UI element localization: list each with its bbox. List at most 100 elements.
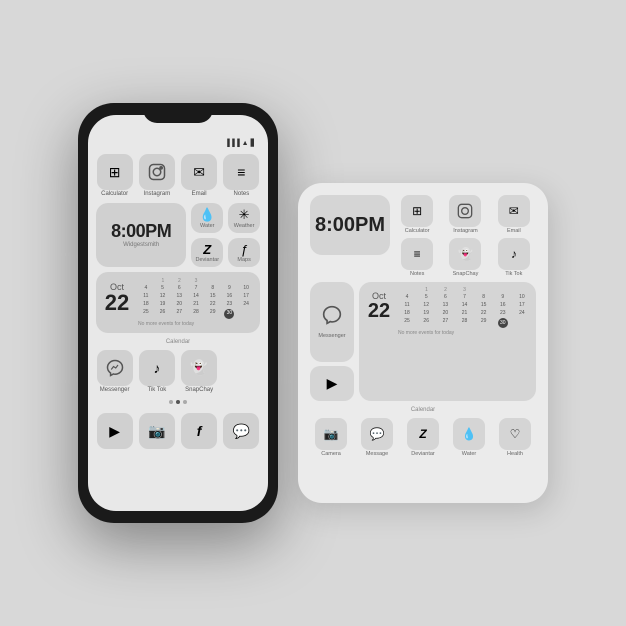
tablet-snapchat[interactable]: 👻 SnapChay	[443, 238, 487, 277]
app-instagram[interactable]: Instagram	[138, 154, 175, 198]
app-email[interactable]: ✉ Email	[181, 154, 218, 198]
dock-facebook[interactable]: f	[181, 413, 218, 449]
tablet-cal-day: 22	[368, 301, 390, 321]
battery-icon: ▋	[251, 139, 256, 147]
dot-1	[169, 400, 173, 404]
tablet-youtube-icon: ▶	[327, 375, 338, 392]
phone-water-widget[interactable]: 💧 Water	[191, 203, 223, 233]
phone-notch	[143, 103, 213, 123]
tablet-youtube-widget[interactable]: ▶	[310, 366, 354, 401]
tablet-row1: 8:00PM ⊞ Calculator Instagram ✉	[310, 195, 536, 277]
tablet-instagram-label: Instagram	[453, 228, 477, 234]
tablet-time-widget: 8:00PM	[310, 195, 390, 255]
weather-icon: ✳	[239, 207, 250, 223]
tablet-message-label: Message	[366, 451, 388, 457]
tablet-bottom-icons: 📷 Camera 💬 Message Z Deviantar 💧 Water ♡…	[310, 418, 536, 457]
app-empty	[223, 350, 260, 394]
phone-cal-header: 123	[138, 278, 254, 284]
tablet-deviantar[interactable]: Z Deviantar	[402, 418, 444, 457]
email-icon-box: ✉	[181, 154, 217, 190]
tablet-card: 8:00PM ⊞ Calculator Instagram ✉	[298, 183, 548, 503]
instagram-label: Instagram	[144, 191, 171, 198]
signal-icon: ▐▐▐	[225, 140, 240, 147]
phone-cal-cells: 45678910 11121314151617 18192021222324 2…	[138, 285, 254, 319]
tablet-water-label: Water	[462, 451, 476, 457]
tablet-message-box: 💬	[361, 418, 393, 450]
tablet-health-box: ♡	[499, 418, 531, 450]
tablet-icons-col: ⊞ Calculator Instagram ✉ Email	[395, 195, 536, 277]
tablet-tiktok-label: Tik Tok	[505, 271, 522, 277]
tablet-calculator-box: ⊞	[401, 195, 433, 227]
tablet-message[interactable]: 💬 Message	[356, 418, 398, 457]
tablet-tiktok[interactable]: ♪ Tik Tok	[492, 238, 536, 277]
tablet-messenger-icon	[322, 305, 342, 330]
phone-app-row-3: Messenger ♪ Tik Tok 👻 SnapChay	[96, 350, 260, 394]
phone-calendar-widget: Oct 22 123 45678910 11121314151617 18192…	[96, 272, 260, 333]
tablet-email-label: Email	[507, 228, 521, 234]
facebook-icon-box: f	[181, 413, 217, 449]
dock-camera[interactable]: 📷	[138, 413, 175, 449]
tablet-health-label: Health	[507, 451, 523, 457]
notes-label: Notes	[234, 191, 250, 198]
maps-icon: ƒ	[240, 242, 247, 257]
phone-widgestsmith-label: Widgestsmith	[123, 242, 159, 248]
tablet-camera[interactable]: 📷 Camera	[310, 418, 352, 457]
phone-mockup: ▐▐▐ ▲ ▋ ⊞ Calculator Instagram ✉	[78, 103, 278, 523]
tablet-notes[interactable]: ≡ Notes	[395, 238, 439, 277]
tablet-instagram[interactable]: Instagram	[443, 195, 487, 234]
messenger-icon-box	[97, 350, 133, 386]
tablet-calculator-label: Calculator	[405, 228, 430, 234]
tablet-cal-no-events: No more events for today	[398, 330, 531, 336]
phone-cal-label: Calendar	[96, 339, 260, 345]
phone-time-value: 8:00PM	[111, 221, 171, 242]
instagram-icon-box	[139, 154, 175, 190]
tablet-water-box: 💧	[453, 418, 485, 450]
phone-dock: ▶ 📷 f 💬	[96, 413, 260, 449]
tablet-email-box: ✉	[498, 195, 530, 227]
tablet-health[interactable]: ♡ Health	[494, 418, 536, 457]
tablet-messenger-widget[interactable]: Messenger	[310, 282, 354, 362]
app-messenger[interactable]: Messenger	[96, 350, 133, 394]
app-tiktok[interactable]: ♪ Tik Tok	[138, 350, 175, 394]
dock-youtube[interactable]: ▶	[96, 413, 133, 449]
app-notes[interactable]: ≡ Notes	[223, 154, 260, 198]
camera-icon-box: 📷	[139, 413, 175, 449]
water-icon: 💧	[199, 207, 215, 223]
tablet-notes-label: Notes	[410, 271, 424, 277]
tablet-water[interactable]: 💧 Water	[448, 418, 490, 457]
phone-cal-day: 22	[105, 292, 129, 314]
tablet-cal-cells: 45678910 11121314151617 18192021222324 2…	[398, 294, 531, 328]
tablet-snapchat-label: SnapChay	[453, 271, 479, 277]
tablet-calendar-widget: Oct 22 123 45678910 11121314151617 18192…	[359, 282, 536, 401]
phone-time-widget: 8:00PM Widgestsmith	[96, 203, 186, 267]
tablet-icon-row-2: ≡ Notes 👻 SnapChay ♪ Tik Tok	[395, 238, 536, 277]
tablet-notes-box: ≡	[401, 238, 433, 270]
tablet-deviantar-label: Deviantar	[411, 451, 435, 457]
app-calculator[interactable]: ⊞ Calculator	[96, 154, 133, 198]
message-icon-box: 💬	[223, 413, 259, 449]
phone-deviantar-widget[interactable]: Z Deviantar	[191, 238, 223, 267]
tiktok-label: Tik Tok	[148, 387, 167, 394]
dock-message[interactable]: 💬	[223, 413, 260, 449]
tablet-calculator[interactable]: ⊞ Calculator	[395, 195, 439, 234]
weather-label: Weather	[234, 223, 255, 229]
phone-cal-no-events: No more events for today	[138, 321, 254, 327]
tablet-cal-header: 123	[398, 287, 531, 293]
tablet-cal-grid: 123 45678910 11121314151617 181920212223…	[398, 287, 531, 396]
phone-screen: ▐▐▐ ▲ ▋ ⊞ Calculator Instagram ✉	[88, 115, 268, 511]
tablet-email[interactable]: ✉ Email	[492, 195, 536, 234]
tablet-messenger-label: Messenger	[318, 333, 345, 339]
tablet-time-value: 8:00PM	[315, 214, 385, 237]
tablet-cal-date: Oct 22	[364, 287, 394, 396]
phone-app-row-1: ⊞ Calculator Instagram ✉ Email ≡ Notes	[96, 154, 260, 198]
app-snapchat[interactable]: 👻 SnapChay	[181, 350, 218, 394]
phone-maps-widget[interactable]: ƒ Maps	[228, 238, 260, 267]
messenger-label: Messenger	[100, 387, 130, 394]
scene: ▐▐▐ ▲ ▋ ⊞ Calculator Instagram ✉	[78, 103, 548, 523]
phone-weather-widget[interactable]: ✳ Weather	[228, 203, 260, 233]
wifi-icon: ▲	[242, 140, 249, 147]
tablet-instagram-box	[449, 195, 481, 227]
maps-label: Maps	[237, 257, 250, 263]
phone-small-widgets-col: 💧 Water ✳ Weather Z Deviantar	[191, 203, 260, 267]
tablet-cal-label: Calendar	[310, 407, 536, 413]
